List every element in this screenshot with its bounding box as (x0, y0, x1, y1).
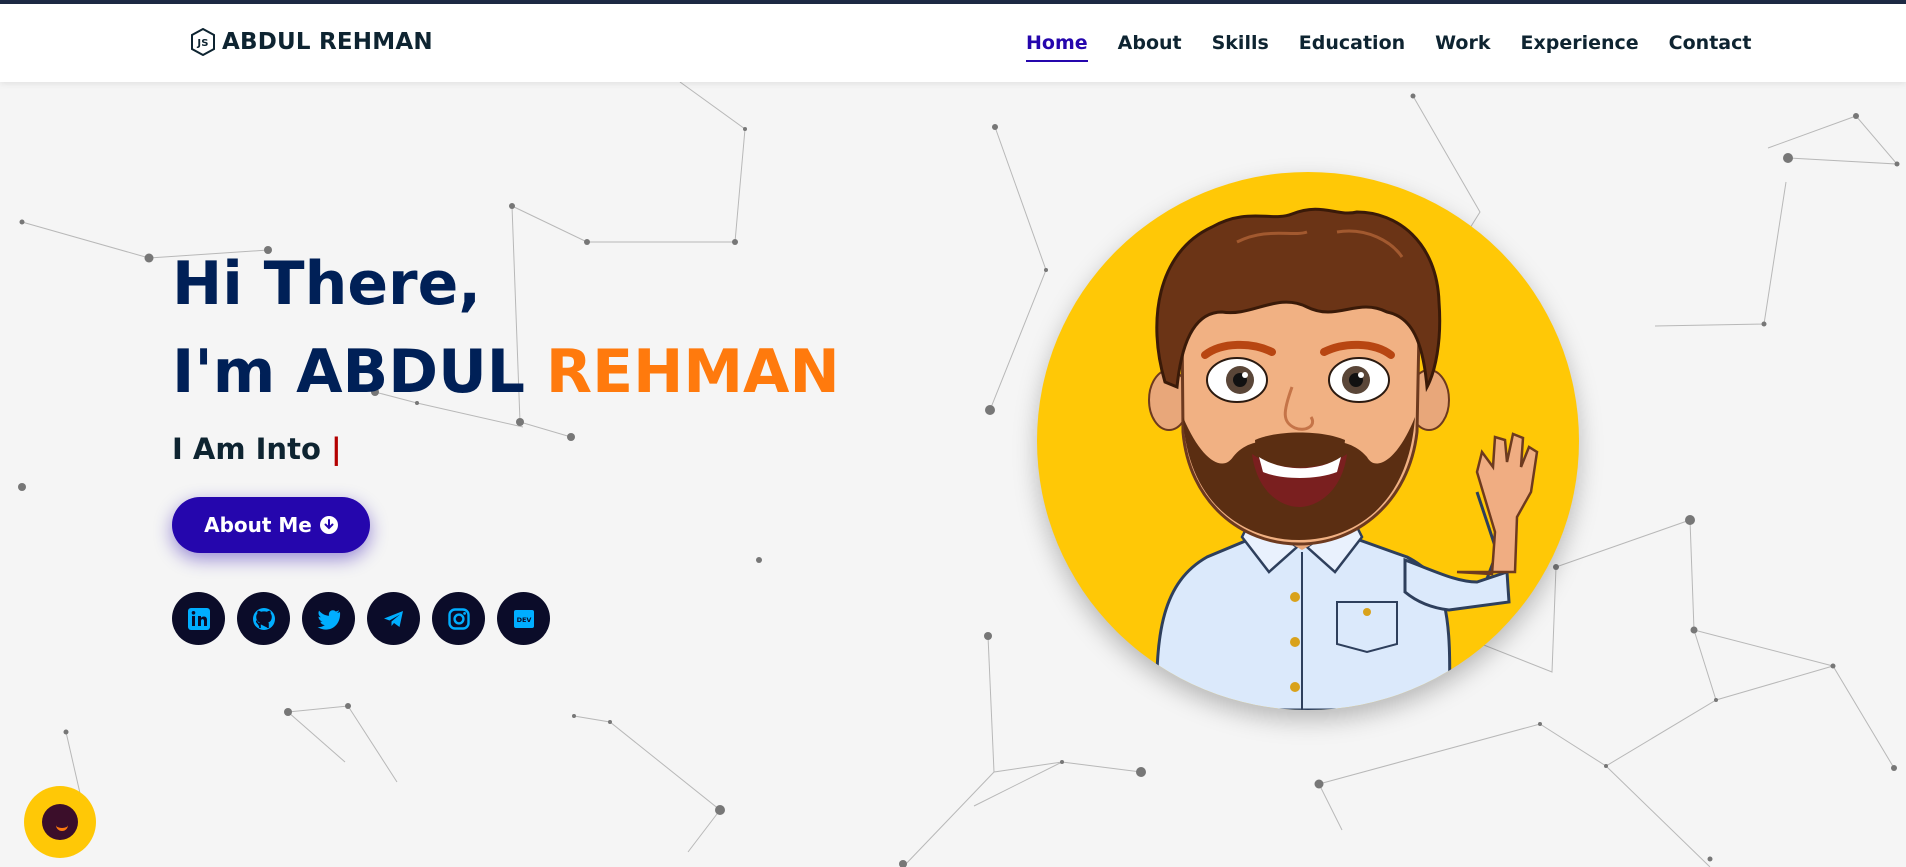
about-me-button[interactable]: About Me (172, 497, 370, 553)
profile-avatar (1037, 172, 1579, 710)
twitter-link[interactable] (302, 592, 355, 645)
bitmoji-avatar-illustration (1148, 207, 1539, 710)
nav-links: Home About Skills Education Work Experie… (1026, 32, 1781, 62)
github-icon (252, 607, 275, 630)
nav-experience[interactable]: Experience (1521, 32, 1639, 60)
instagram-icon (447, 607, 470, 630)
linkedin-link[interactable] (172, 592, 225, 645)
typed-text-label: I Am Into (172, 432, 321, 466)
svg-text:JS: JS (196, 38, 208, 49)
arrow-down-circle-icon (319, 516, 338, 534)
dev-icon: DEV (513, 609, 534, 628)
js-hexagon-icon: JS (191, 28, 215, 56)
dev-icon-label: DEV (516, 616, 531, 624)
typed-text: I Am Into | (172, 432, 840, 466)
nav-education[interactable]: Education (1299, 32, 1405, 60)
social-links: DEV (172, 592, 550, 645)
hero-intro: I'm ABDUL REHMAN (172, 328, 840, 416)
chat-bubble-icon (42, 804, 78, 840)
brand-name: ABDUL REHMAN (222, 29, 433, 55)
dev-link[interactable]: DEV (497, 592, 550, 645)
brand-logo[interactable]: JS ABDUL REHMAN (190, 28, 433, 56)
hero-intro-name: I'm ABDUL (172, 337, 526, 407)
twitter-icon (317, 609, 340, 630)
about-me-button-label: About Me (204, 513, 312, 537)
hero-greeting: Hi There, (172, 249, 482, 319)
nav-contact[interactable]: Contact (1669, 32, 1752, 60)
linkedin-icon (187, 607, 210, 630)
navbar: JS ABDUL REHMAN Home About Skills Educat… (0, 4, 1906, 82)
nav-skills[interactable]: Skills (1212, 32, 1269, 60)
nav-work[interactable]: Work (1435, 32, 1490, 60)
nav-about[interactable]: About (1118, 32, 1182, 60)
nav-home[interactable]: Home (1026, 32, 1088, 62)
telegram-link[interactable] (367, 592, 420, 645)
particle-network-background (18, 82, 1900, 867)
instagram-link[interactable] (432, 592, 485, 645)
hero-intro-accent: REHMAN (545, 337, 840, 407)
chat-widget-button[interactable] (24, 786, 96, 858)
typing-caret: | (330, 432, 342, 466)
telegram-icon (383, 610, 403, 627)
hero-section: Hi There, I'm ABDUL REHMAN I Am Into | A… (172, 240, 840, 645)
github-link[interactable] (237, 592, 290, 645)
